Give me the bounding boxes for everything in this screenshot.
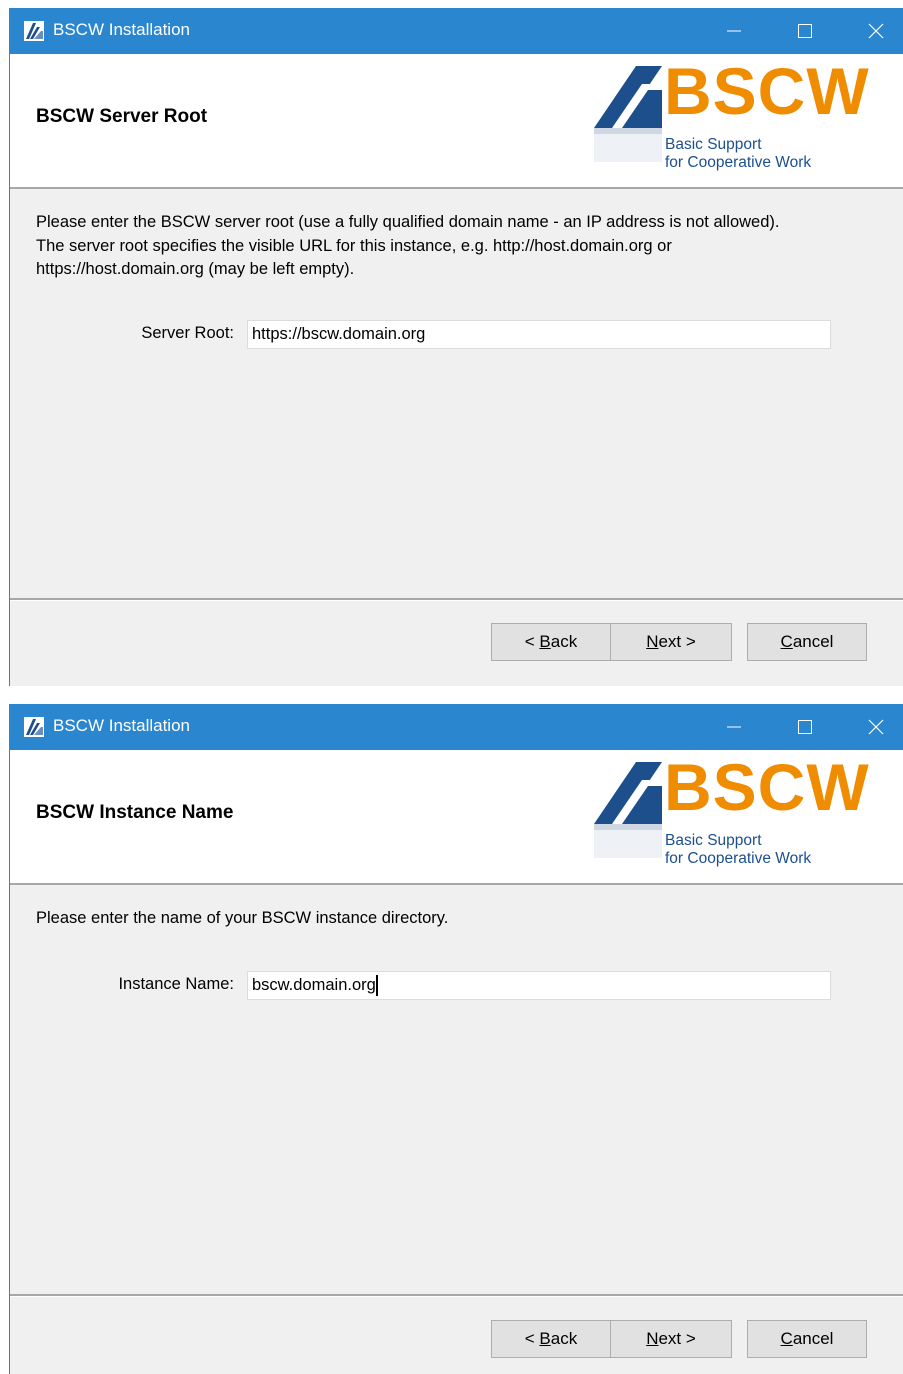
close-button[interactable] <box>841 704 903 750</box>
logo-tagline-line-1: Basic Support <box>665 136 762 153</box>
cancel-button-mnemonic: C <box>780 1329 793 1348</box>
page-title: BSCW Server Root <box>36 106 208 127</box>
bscw-logo: BSCW Basic Support for Cooperative Work <box>592 754 897 874</box>
cancel-button-label: ancel <box>792 1329 834 1348</box>
minimize-button[interactable] <box>699 704 769 750</box>
back-button[interactable]: < Back <box>491 623 611 661</box>
logo-tagline-line-1: Basic Support <box>665 832 762 849</box>
cancel-button[interactable]: Cancel <box>747 623 867 661</box>
server-root-input[interactable]: https://bscw.domain.org <box>247 320 831 349</box>
next-button-mnemonic: N <box>646 632 659 651</box>
window-title: BSCW Installation <box>53 20 190 39</box>
logo-wordmark: BSCW <box>664 750 870 824</box>
close-button[interactable] <box>841 8 903 54</box>
installer-window-server-root: BSCW Installation BSCW Server Root BSCW … <box>9 8 903 686</box>
bscw-app-icon <box>24 717 44 737</box>
bscw-logo-mark-icon <box>594 762 662 858</box>
cancel-button-mnemonic: C <box>780 632 793 651</box>
minimize-icon <box>727 30 741 32</box>
installer-window-instance-name: BSCW Installation BSCW Instance Name BSC… <box>9 704 903 1374</box>
back-button-mnemonic: B <box>539 632 551 651</box>
instance-name-input[interactable]: bscw.domain.org <box>247 971 831 1000</box>
back-button-prefix: < <box>524 1329 540 1348</box>
close-icon <box>868 719 884 735</box>
next-button[interactable]: Next > <box>610 1320 732 1358</box>
server-root-value: https://bscw.domain.org <box>252 325 426 343</box>
logo-wordmark: BSCW <box>664 54 870 128</box>
description-line: Please enter the name of your BSCW insta… <box>36 909 449 927</box>
back-button-prefix: < <box>524 632 540 651</box>
wizard-header: BSCW Instance Name BSCW Basic Support fo… <box>10 750 903 885</box>
maximize-icon <box>798 24 812 38</box>
close-icon <box>868 23 884 39</box>
minimize-button[interactable] <box>699 8 769 54</box>
window-title: BSCW Installation <box>53 716 190 735</box>
bscw-logo-mark-icon <box>594 66 662 162</box>
cancel-button-label: ancel <box>792 632 834 651</box>
maximize-button[interactable] <box>770 8 840 54</box>
text-caret <box>375 975 378 996</box>
description-line: The server root specifies the visible UR… <box>36 236 672 255</box>
instance-name-label: Instance Name: <box>118 975 234 993</box>
next-button[interactable]: Next > <box>610 623 732 661</box>
minimize-icon <box>727 726 741 728</box>
next-button-mnemonic: N <box>646 1329 659 1348</box>
logo-tagline-line-2: for Cooperative Work <box>665 850 812 867</box>
next-button-label: ext > <box>658 632 696 651</box>
instance-name-value: bscw.domain.org <box>252 976 376 994</box>
server-root-label: Server Root: <box>141 324 234 342</box>
logo-tagline: Basic Support for Cooperative Work <box>665 832 811 868</box>
logo-tagline-line-2: for Cooperative Work <box>665 154 812 171</box>
description-line: Please enter the BSCW server root (use a… <box>36 213 780 231</box>
bscw-logo: BSCW Basic Support for Cooperative Work <box>592 58 897 178</box>
page-title: BSCW Instance Name <box>36 802 234 823</box>
cancel-button[interactable]: Cancel <box>747 1320 867 1358</box>
wizard-header: BSCW Server Root BSCW Basic Support for … <box>10 54 903 189</box>
description-line: https://host.domain.org (may be left emp… <box>36 260 355 278</box>
back-button-label: ack <box>550 632 578 651</box>
back-button[interactable]: < Back <box>491 1320 611 1358</box>
logo-tagline: Basic Support for Cooperative Work <box>665 136 811 172</box>
maximize-icon <box>798 720 812 734</box>
title-bar[interactable]: BSCW Installation <box>10 8 903 54</box>
back-button-mnemonic: B <box>539 1329 551 1348</box>
title-bar[interactable]: BSCW Installation <box>10 704 903 750</box>
footer-separator <box>10 598 903 601</box>
footer-separator <box>10 1294 903 1297</box>
back-button-label: ack <box>550 1329 578 1348</box>
description: Please enter the name of your BSCW insta… <box>36 907 866 931</box>
maximize-button[interactable] <box>770 704 840 750</box>
next-button-label: ext > <box>658 1329 696 1348</box>
bscw-app-icon <box>24 21 44 41</box>
description: Please enter the BSCW server root (use a… <box>36 211 866 282</box>
